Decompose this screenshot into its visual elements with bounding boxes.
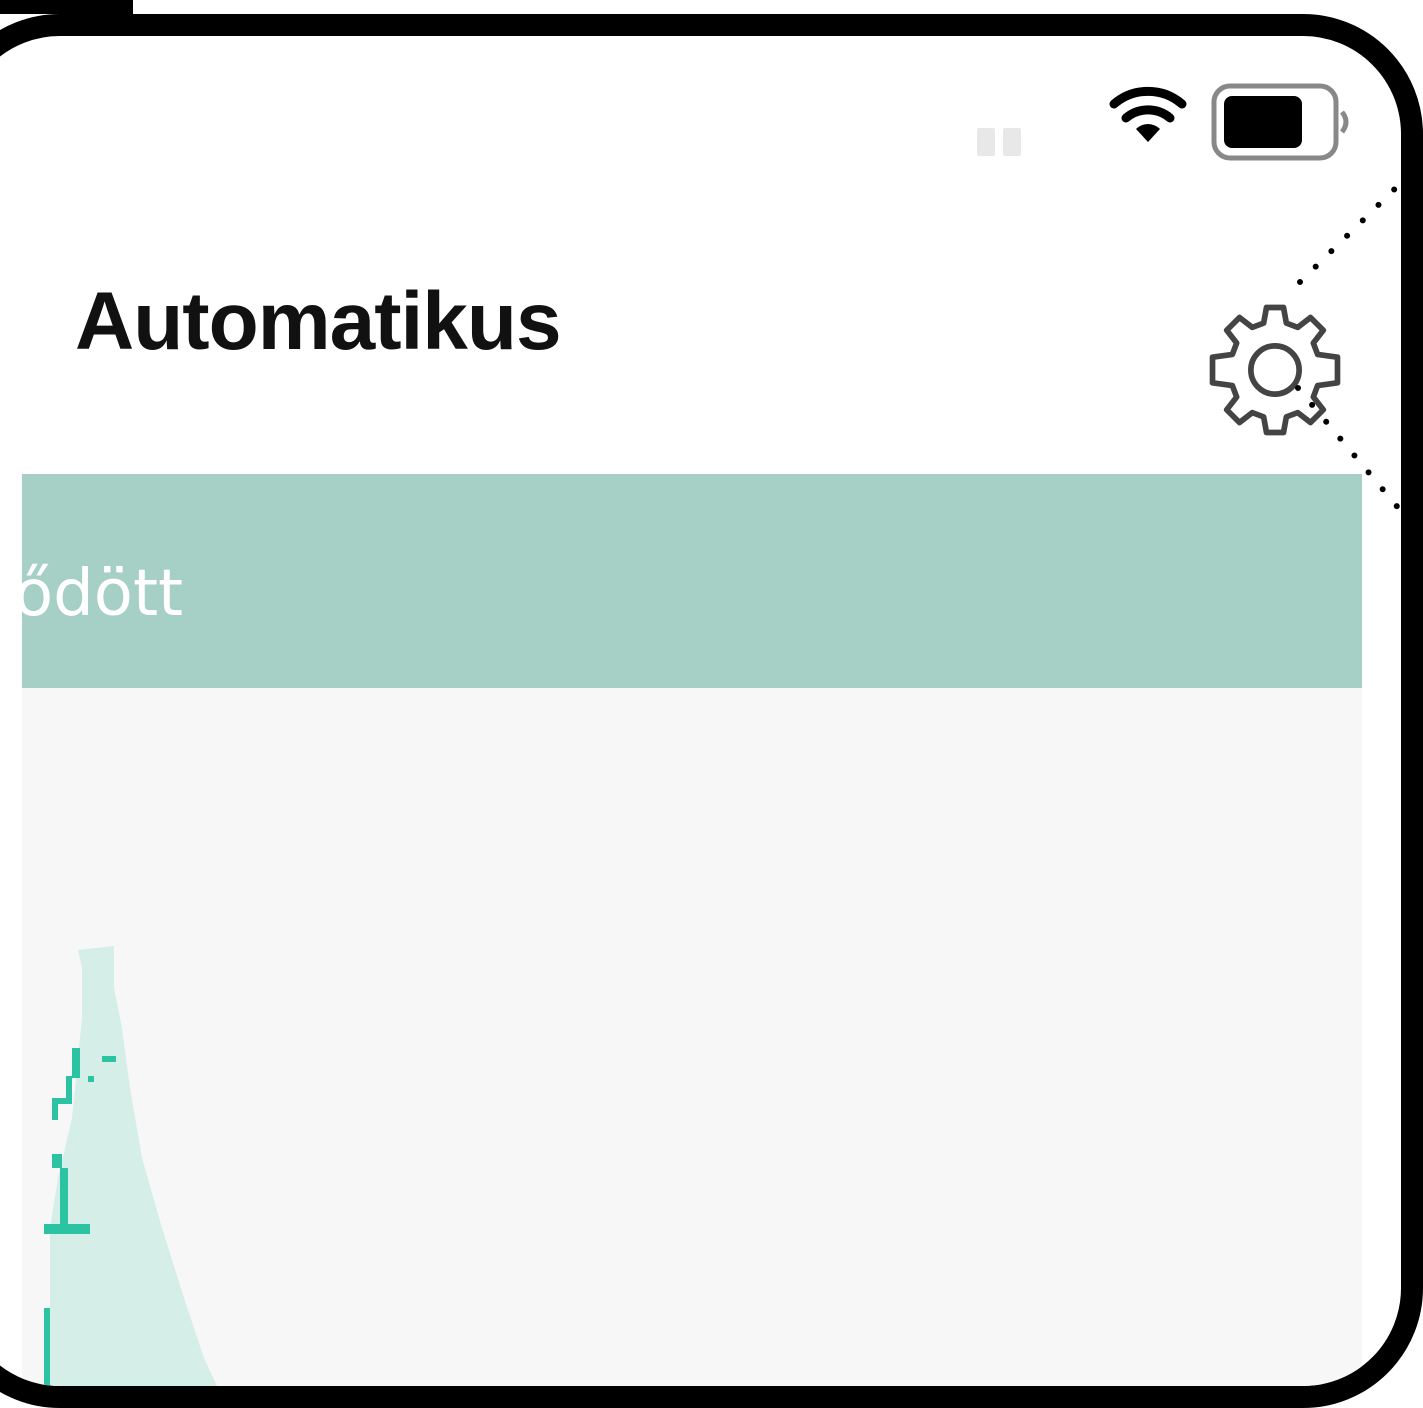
glucose-area-fill xyxy=(50,946,218,1386)
status-bar xyxy=(22,36,1362,186)
top-edge-strip xyxy=(0,0,133,14)
orange-target-band xyxy=(22,1394,727,1408)
app-screen: Automatikus ődött xyxy=(14,36,1362,1408)
wifi-icon xyxy=(1109,86,1187,142)
status-banner: ődött xyxy=(14,474,1362,688)
status-banner-text: ődött xyxy=(14,557,184,631)
battery-icon xyxy=(1211,83,1349,161)
signal-icon xyxy=(977,116,1027,156)
chart-area xyxy=(22,688,1362,1408)
phone-frame: Automatikus ődött xyxy=(0,14,1423,1408)
chart-canvas xyxy=(22,946,727,1408)
settings-gear-icon[interactable] xyxy=(1204,299,1346,441)
page-title: Automatikus xyxy=(75,276,562,367)
